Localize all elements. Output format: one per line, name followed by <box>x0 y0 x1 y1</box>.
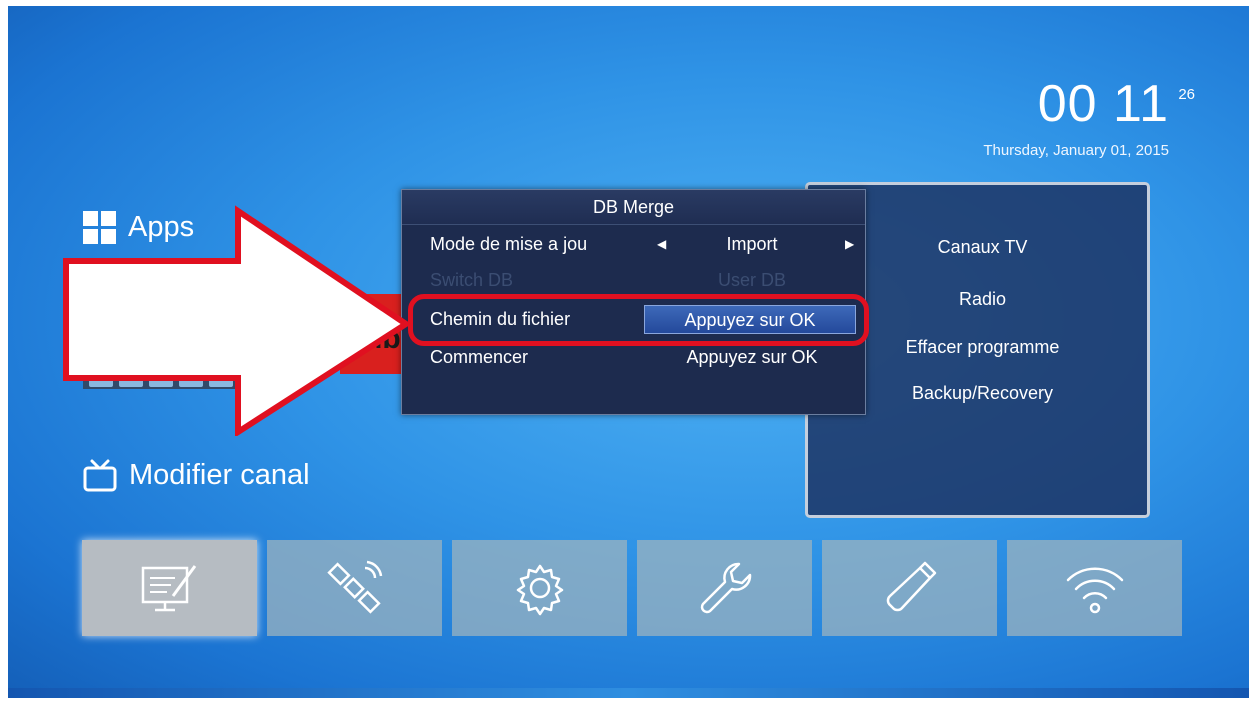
clock: 00 11 26 Thursday, January 01, 2015 <box>983 75 1195 159</box>
dialog-title: DB Merge <box>402 190 865 225</box>
update-mode-label: Mode de mise a jou <box>430 234 588 254</box>
clock-seconds: 26 <box>1178 86 1195 103</box>
clock-date: Thursday, January 01, 2015 <box>983 142 1169 159</box>
tool-satellite[interactable] <box>267 540 442 636</box>
wrench-icon <box>700 562 751 614</box>
tool-usb[interactable] <box>822 540 997 636</box>
update-mode-row[interactable]: Mode de mise a jou ◀ Import ▶ <box>402 227 865 261</box>
bottom-strip <box>8 688 1249 698</box>
highlight-outline <box>408 294 869 346</box>
main-toolbar <box>82 540 1182 636</box>
wifi-icon <box>1066 567 1123 614</box>
tv-icon <box>83 459 117 492</box>
tool-settings[interactable] <box>452 540 627 636</box>
switch-db-row: Switch DB User DB <box>402 263 865 297</box>
switch-db-label: Switch DB <box>430 270 514 290</box>
modifier-canal-label: Modifier canal <box>129 458 310 491</box>
tool-wifi[interactable] <box>1007 540 1182 636</box>
pointer-arrow-annotation <box>63 205 412 436</box>
tool-edit-channel[interactable] <box>82 540 257 636</box>
settings-gear-icon <box>516 564 563 616</box>
edit-channel-icon <box>141 565 196 612</box>
clock-time: 00 11 <box>1037 75 1169 133</box>
tool-wrench[interactable] <box>637 540 812 636</box>
switch-db-value: User DB <box>717 270 786 290</box>
satellite-icon <box>326 560 382 614</box>
right-arrow-icon[interactable]: ▶ <box>845 227 854 261</box>
update-mode-value: Import <box>726 234 778 254</box>
usb-drive-icon <box>886 561 936 612</box>
tv-screen: 00 11 26 Thursday, January 01, 2015 Apps… <box>8 6 1249 698</box>
modifier-canal-section[interactable]: Modifier canal <box>83 458 310 492</box>
